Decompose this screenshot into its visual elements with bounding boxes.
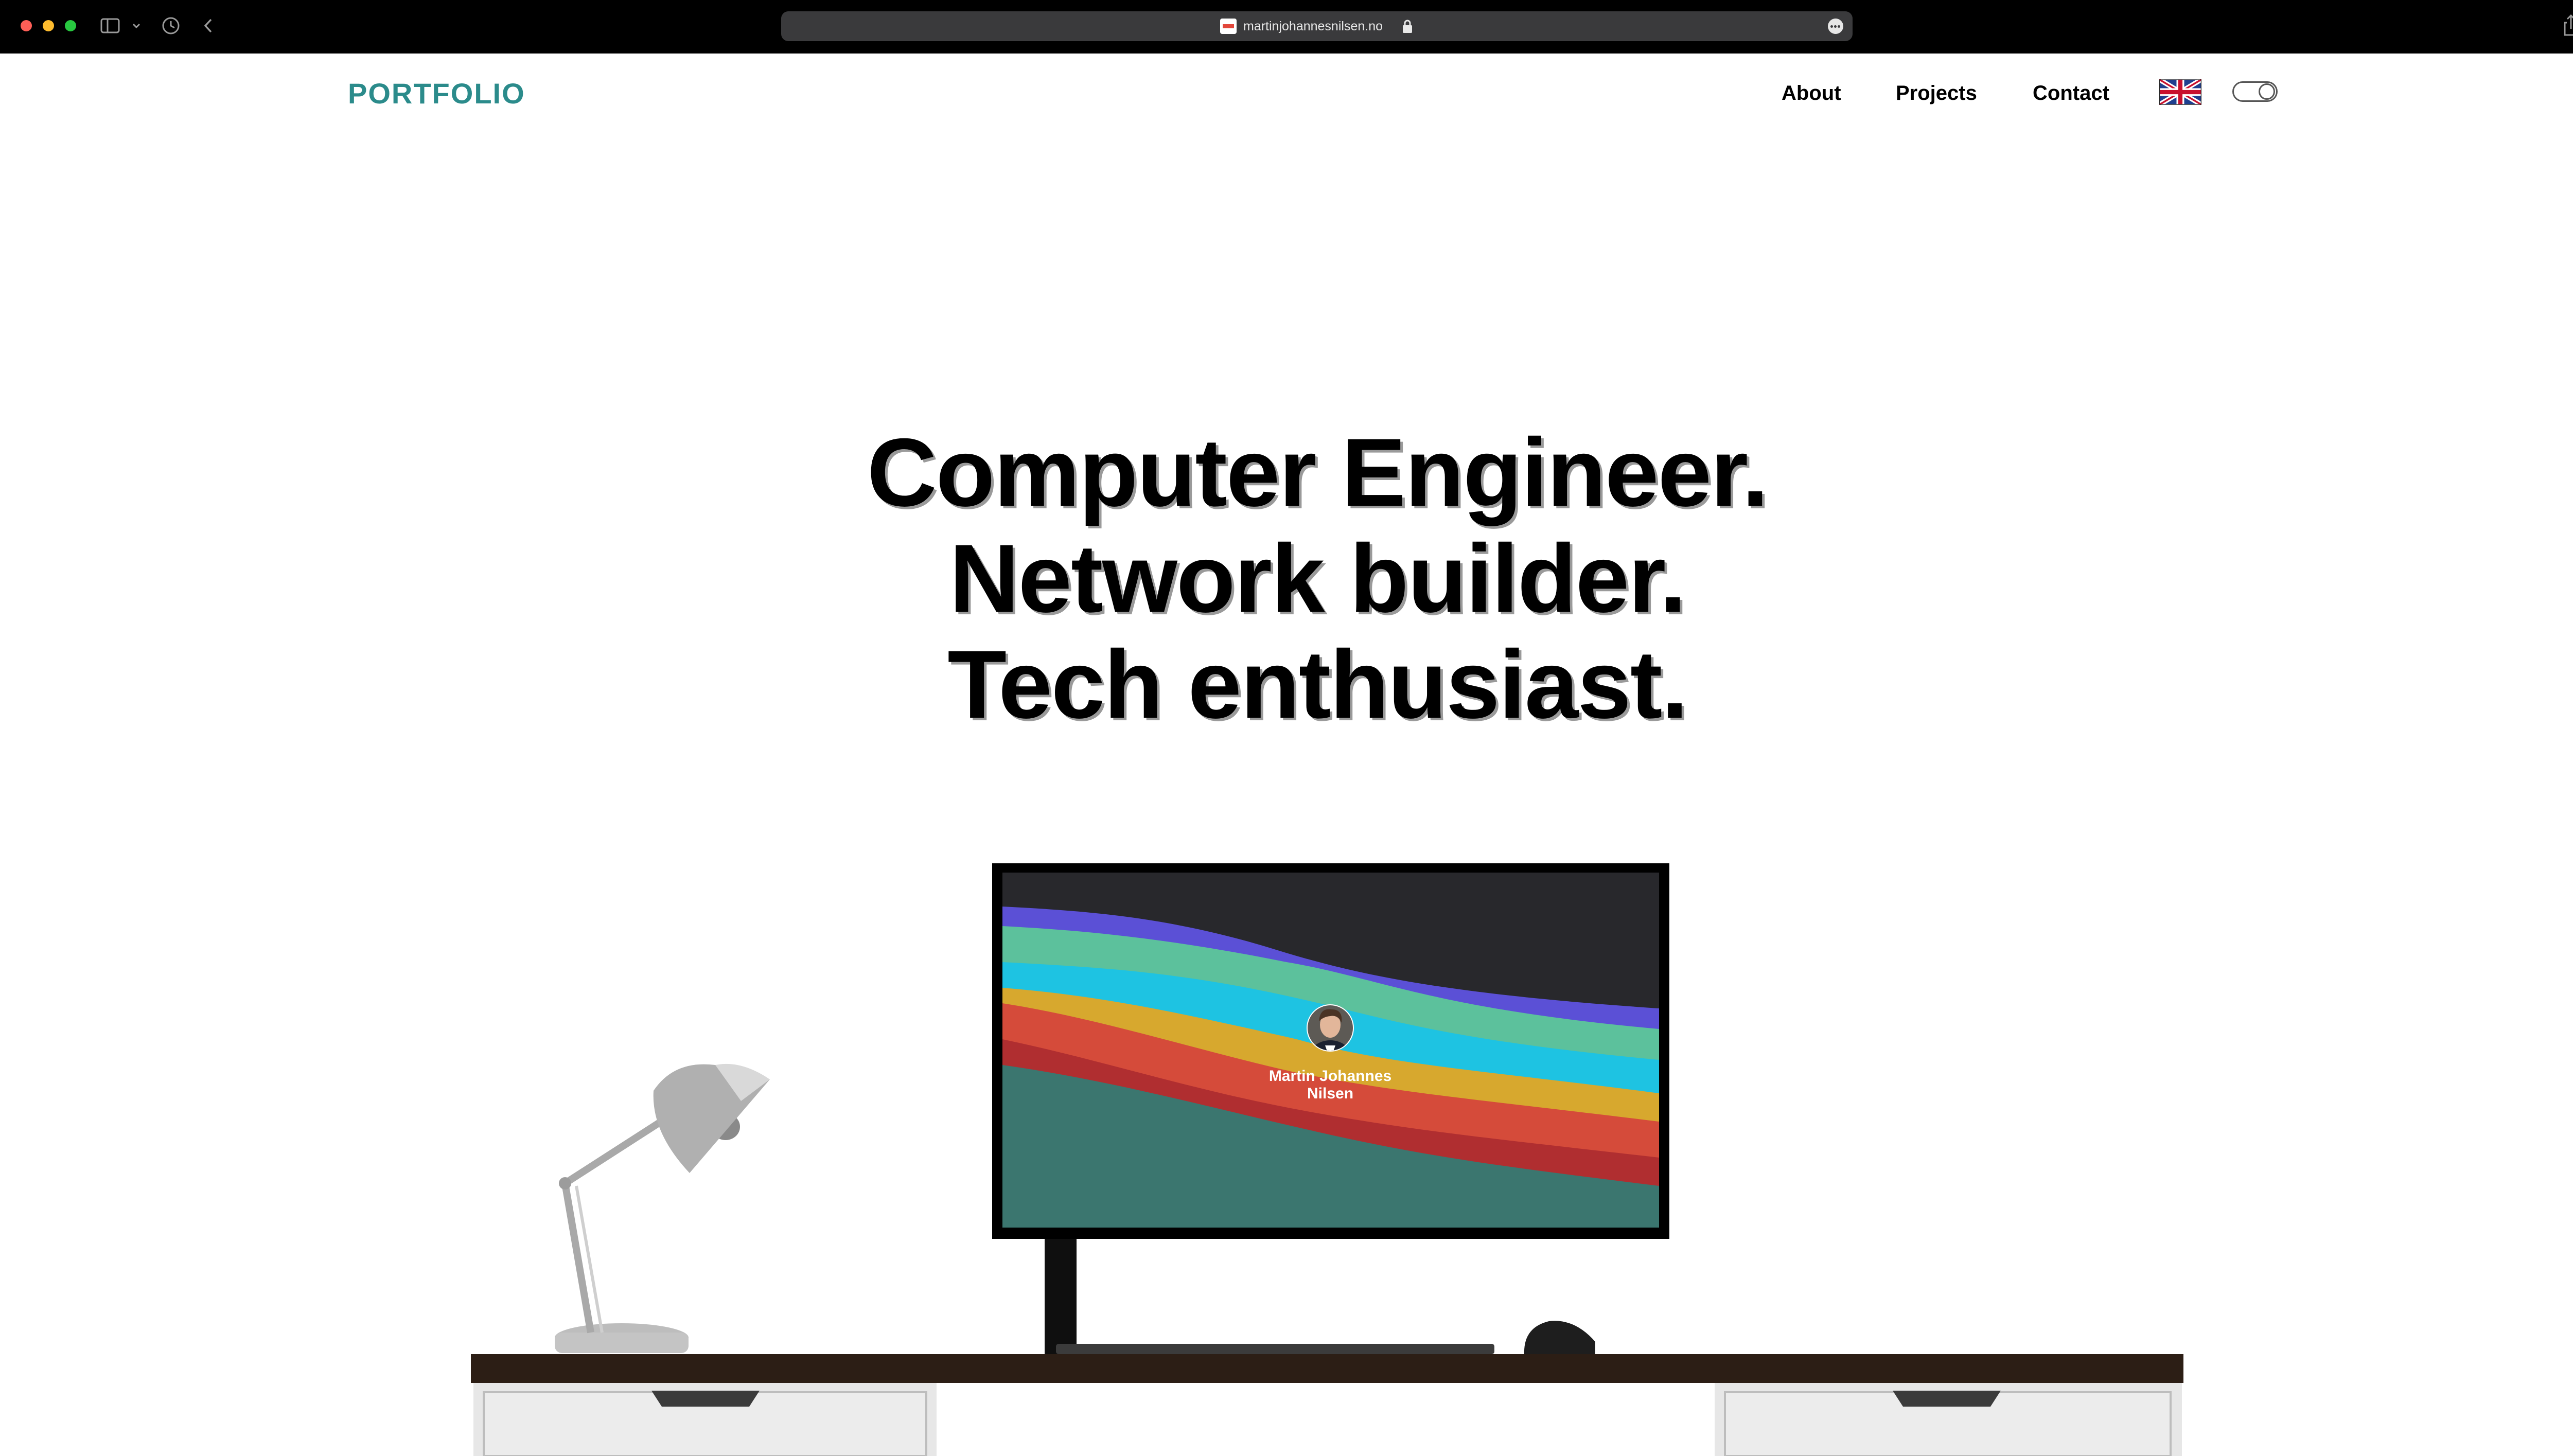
nav-contact-link[interactable]: Contact [2033, 80, 2109, 106]
monitor-name-label: Martin Johannes Nilsen [1227, 1068, 1433, 1103]
chevron-down-icon[interactable] [131, 15, 142, 36]
site-favicon-icon [1220, 19, 1237, 34]
desk-illustration [471, 863, 2183, 1456]
history-icon[interactable] [161, 15, 181, 36]
minimize-window-button[interactable] [43, 20, 54, 31]
share-icon[interactable] [2561, 13, 2573, 37]
zoom-window-button[interactable] [65, 20, 76, 31]
desk [471, 1354, 2183, 1383]
lock-icon [1402, 19, 1413, 37]
desk-lamp [555, 1063, 770, 1353]
url-text: martinjohannesnilsen.no [1243, 19, 1383, 33]
hero-line-3: Tech enthusiast. [947, 630, 1688, 738]
sidebar-icon[interactable] [100, 15, 120, 36]
site-logo[interactable]: PORTFOLIO [348, 77, 525, 110]
keyboard [1056, 1344, 1494, 1354]
nav-projects-link[interactable]: Projects [1896, 80, 1977, 106]
more-icon[interactable] [1828, 19, 1843, 34]
hero-line-2: Network builder. [949, 524, 1687, 632]
browser-toolbar: martinjohannesnilsen.no [0, 0, 2573, 54]
close-window-button[interactable] [21, 20, 32, 31]
monitor [992, 863, 1669, 1357]
monitor-name-line2: Nilsen [1307, 1085, 1354, 1102]
dark-mode-toggle[interactable] [2232, 81, 2278, 102]
toggle-knob [2259, 83, 2275, 100]
address-bar[interactable]: martinjohannesnilsen.no [781, 11, 1853, 41]
mouse [1524, 1321, 1595, 1354]
monitor-name-line1: Martin Johannes [1268, 1068, 1392, 1085]
back-icon[interactable] [201, 15, 216, 36]
hero-line-1: Computer Engineer. [867, 418, 1769, 526]
nav-about-link[interactable]: About [1782, 80, 1841, 106]
uk-flag-icon[interactable] [2159, 79, 2201, 105]
